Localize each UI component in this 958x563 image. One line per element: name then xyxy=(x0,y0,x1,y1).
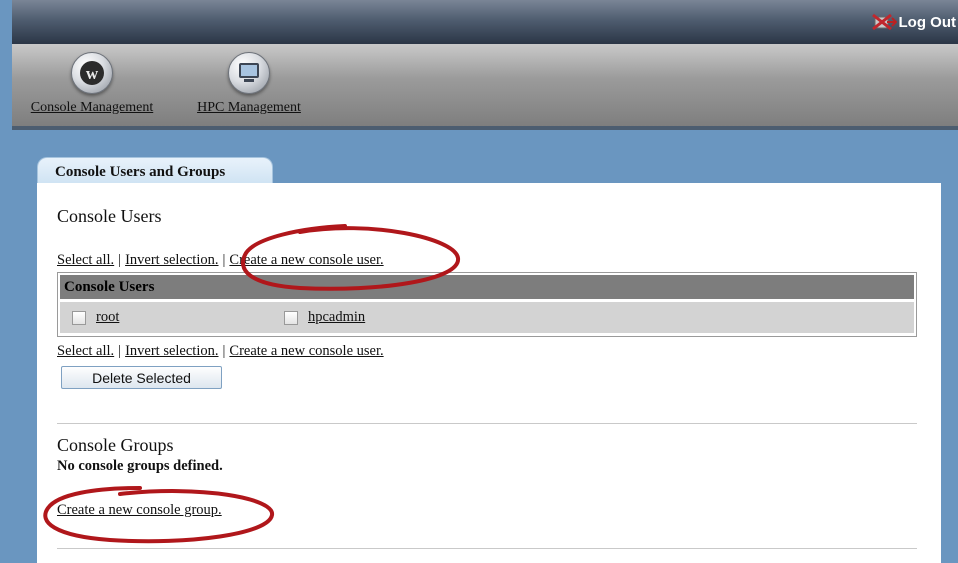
delete-selected-button[interactable]: Delete Selected xyxy=(61,366,222,389)
create-user-link[interactable]: Create a new console user. xyxy=(229,343,383,359)
section-divider xyxy=(57,423,917,424)
bottom-divider xyxy=(57,548,917,549)
user-checkbox[interactable] xyxy=(72,310,86,325)
top-bar: Log Out xyxy=(12,0,958,44)
table-row: root hpcadmin xyxy=(60,302,914,333)
nav-console-management[interactable]: w Console Management xyxy=(17,52,167,116)
user-cell-hpcadmin: hpcadmin xyxy=(284,309,365,326)
user-cell-root: root xyxy=(72,309,119,326)
users-section-title: Console Users xyxy=(57,206,162,226)
users-table: Console Users root hpcadmin xyxy=(57,272,917,337)
nav-hpc-management[interactable]: HPC Management xyxy=(185,52,313,116)
nav-bar: w Console Management HPC Management xyxy=(12,44,958,130)
user-actions-top: Select all. | Invert selection. | Create a n… xyxy=(57,252,384,268)
no-groups-message: No console groups defined. xyxy=(57,458,223,474)
svg-text:w: w xyxy=(86,64,99,83)
user-link-hpcadmin[interactable]: hpcadmin xyxy=(308,309,365,326)
console-management-icon: w xyxy=(71,52,113,94)
user-link-root[interactable]: root xyxy=(96,309,119,326)
monitor-icon xyxy=(228,52,270,94)
invert-selection-link[interactable]: Invert selection. xyxy=(125,252,218,268)
logout-button[interactable]: Log Out xyxy=(871,13,956,31)
create-user-link[interactable]: Create a new console user. xyxy=(229,252,383,268)
user-actions-bottom: Select all. | Invert selection. | Create a n… xyxy=(57,343,384,359)
create-group-link[interactable]: Create a new console group. xyxy=(57,502,222,519)
tab-console-users-and-groups[interactable]: Console Users and Groups xyxy=(37,157,273,184)
logout-icon xyxy=(871,13,897,31)
invert-selection-link[interactable]: Invert selection. xyxy=(125,343,218,359)
users-table-header: Console Users xyxy=(60,275,914,299)
logout-label: Log Out xyxy=(898,13,956,31)
nav-label-console-management: Console Management xyxy=(30,100,154,115)
groups-section-title: Console Groups xyxy=(57,435,174,455)
select-all-link[interactable]: Select all. xyxy=(57,252,114,268)
nav-label-hpc-management: HPC Management xyxy=(197,100,301,115)
select-all-link[interactable]: Select all. xyxy=(57,343,114,359)
user-checkbox[interactable] xyxy=(284,310,298,325)
